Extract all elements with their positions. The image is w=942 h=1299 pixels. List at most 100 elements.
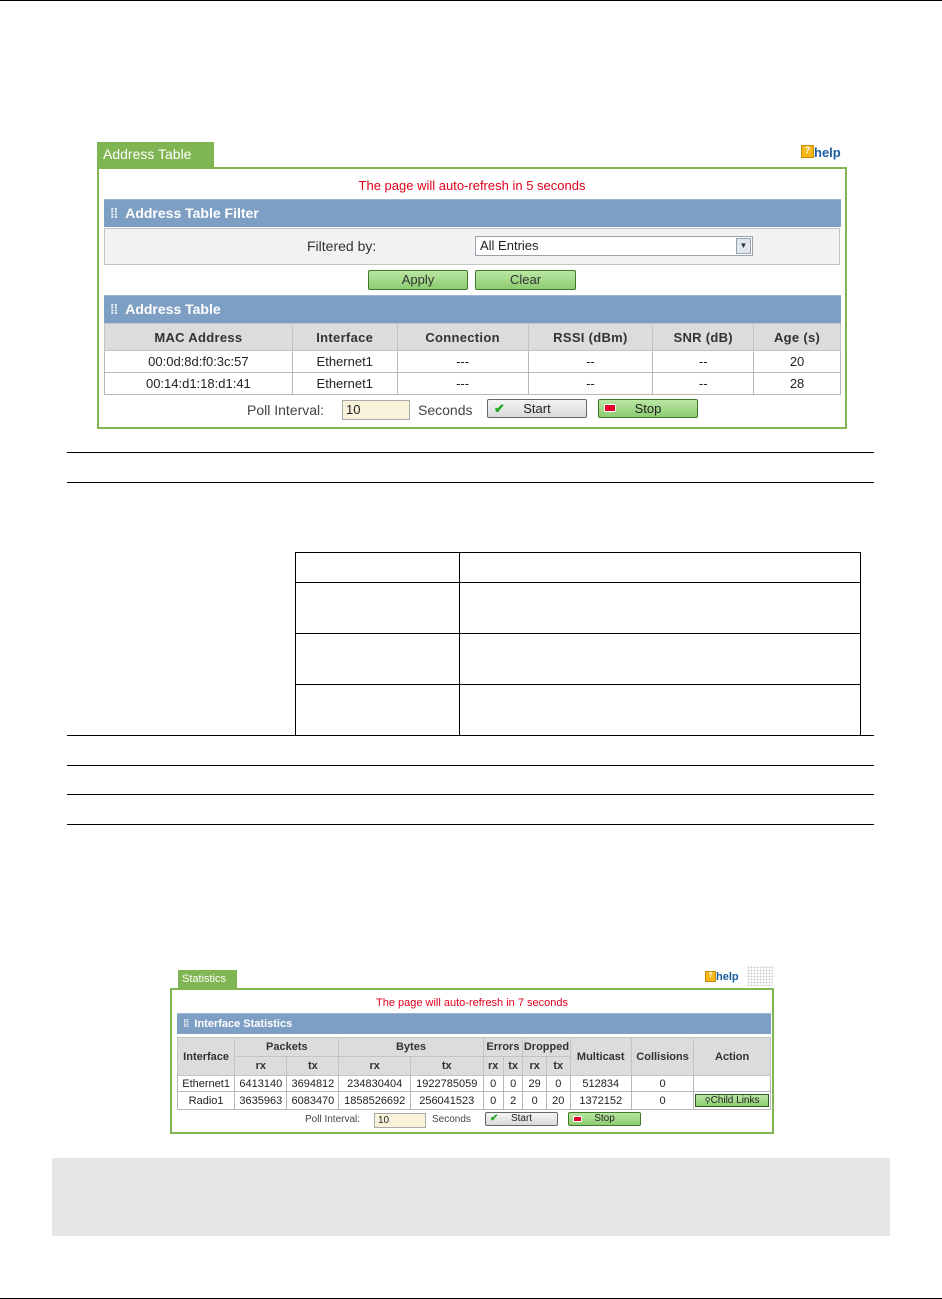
column-header: Multicast xyxy=(569,1037,632,1076)
packets-rx-cell: 6413140 xyxy=(234,1075,288,1092)
stop-button[interactable]: Stop xyxy=(568,1112,641,1126)
rssi-cell: -- xyxy=(527,350,654,373)
collisions-cell: 0 xyxy=(630,1091,695,1110)
bytes-tx-cell: 1922785059 xyxy=(409,1075,484,1092)
divider xyxy=(67,765,874,766)
start-label: Start xyxy=(510,1113,533,1124)
corner-dots-decoration xyxy=(747,966,773,986)
column-subheader: rx xyxy=(234,1056,288,1076)
tab-address-table[interactable]: Address Table xyxy=(97,142,214,167)
statistics-panel: The page will auto-refresh in 7 seconds … xyxy=(170,988,774,1134)
table-row xyxy=(295,633,862,685)
column-header: Dropped xyxy=(522,1037,571,1057)
bytes-rx-cell: 1858526692 xyxy=(338,1091,411,1110)
filter-section-header: ⁞⁞ Address Table Filter xyxy=(104,199,841,227)
multicast-cell: 1372152 xyxy=(569,1091,632,1110)
column-header: Interface xyxy=(291,323,398,351)
column-subheader: rx xyxy=(338,1056,411,1076)
grip-icon: ⁞⁞ xyxy=(183,1018,189,1030)
start-label: Start xyxy=(523,401,551,416)
stats-header-row: Interface Packets Bytes Errors Dropped M… xyxy=(176,1037,771,1076)
action-cell xyxy=(693,1075,771,1092)
description-table xyxy=(295,552,862,736)
start-button[interactable]: ✔ Start xyxy=(487,399,587,418)
poll-interval-input[interactable]: 10 xyxy=(342,400,410,420)
stop-button[interactable]: Stop xyxy=(598,399,698,418)
packets-tx-cell: 3694812 xyxy=(286,1075,340,1092)
auto-refresh-notice: The page will auto-refresh in 5 seconds xyxy=(358,178,586,193)
help-label: help xyxy=(716,971,739,983)
table-row xyxy=(295,582,862,634)
help-question-icon: ? xyxy=(705,971,716,982)
poll-interval-label: Poll Interval: xyxy=(247,402,325,418)
divider xyxy=(67,482,874,483)
help-link[interactable]: ? help xyxy=(801,145,841,160)
collisions-cell: 0 xyxy=(630,1075,695,1092)
column-header: Errors xyxy=(482,1037,524,1057)
table-cell xyxy=(458,582,862,634)
packets-rx-cell: 3635963 xyxy=(234,1091,288,1110)
help-label: help xyxy=(814,145,841,160)
note-box xyxy=(52,1158,890,1236)
interface-cell: Ethernet1 xyxy=(176,1075,236,1092)
table-row: Radio1 3635963 6083470 1858526692 256041… xyxy=(176,1091,771,1110)
table-row: 00:14:d1:18:d1:41 Ethernet1 --- -- -- 28 xyxy=(104,372,841,395)
filter-select-value: All Entries xyxy=(480,238,539,253)
table-cell xyxy=(295,633,460,685)
child-links-button[interactable]: ⚲Child Links xyxy=(695,1094,769,1107)
column-subheader: rx xyxy=(522,1056,547,1076)
top-rule xyxy=(0,0,942,1)
dropped-rx-cell: 0 xyxy=(522,1091,547,1110)
table-row: 00:0d:8d:f0:3c:57 Ethernet1 --- -- -- 20 xyxy=(104,350,841,373)
multicast-cell: 512834 xyxy=(569,1075,632,1092)
poll-interval-label: Poll Interval: xyxy=(305,1114,361,1125)
grip-icon: ⁞⁞ xyxy=(110,205,118,221)
table-cell xyxy=(295,582,460,634)
poll-interval-input[interactable]: 10 xyxy=(374,1113,426,1128)
chevron-down-icon[interactable]: ▼ xyxy=(736,238,751,254)
help-link[interactable]: ? help xyxy=(705,971,739,983)
clear-button[interactable]: Clear xyxy=(475,270,576,290)
packets-tx-cell: 6083470 xyxy=(286,1091,340,1110)
table-cell xyxy=(458,552,862,583)
table-row xyxy=(295,684,862,736)
address-table-panel: The page will auto-refresh in 5 seconds … xyxy=(97,167,847,429)
column-header: MAC Address xyxy=(104,323,293,351)
filter-select[interactable]: All Entries ▼ xyxy=(475,236,753,256)
interface-cell: Ethernet1 xyxy=(291,372,398,395)
bytes-rx-cell: 234830404 xyxy=(338,1075,411,1092)
child-links-label: Child Links xyxy=(710,1095,760,1106)
interface-statistics-section-header: ⁞⁞ Interface Statistics xyxy=(177,1013,771,1034)
filter-label: Filtered by: xyxy=(307,238,377,254)
filter-section-title: Address Table Filter xyxy=(125,205,259,221)
divider xyxy=(67,824,874,825)
address-table-header-row: MAC Address Interface Connection RSSI (d… xyxy=(104,323,841,351)
address-table: MAC Address Interface Connection RSSI (d… xyxy=(104,323,841,395)
column-subheader: tx xyxy=(502,1056,524,1076)
divider xyxy=(67,452,874,453)
mac-cell: 00:14:d1:18:d1:41 xyxy=(104,372,293,395)
column-header: RSSI (dBm) xyxy=(527,323,654,351)
dropped-tx-cell: 0 xyxy=(545,1075,571,1092)
column-subheader: rx xyxy=(482,1056,504,1076)
mac-cell: 00:0d:8d:f0:3c:57 xyxy=(104,350,293,373)
column-subheader: tx xyxy=(409,1056,484,1076)
filter-row: Filtered by: All Entries ▼ xyxy=(104,228,840,265)
help-question-icon: ? xyxy=(801,145,814,158)
start-button[interactable]: ✔ Start xyxy=(485,1112,558,1126)
column-subheader: tx xyxy=(545,1056,571,1076)
column-header: Action xyxy=(693,1037,771,1076)
column-header: Connection xyxy=(396,323,529,351)
interface-cell: Ethernet1 xyxy=(291,350,398,373)
tab-statistics[interactable]: Statistics xyxy=(178,970,237,988)
column-header: Collisions xyxy=(630,1037,695,1076)
dropped-tx-cell: 20 xyxy=(545,1091,571,1110)
seconds-label: Seconds xyxy=(432,1114,471,1125)
stop-minus-icon xyxy=(573,1116,582,1122)
apply-button[interactable]: Apply xyxy=(368,270,468,290)
table-cell xyxy=(458,633,862,685)
interface-statistics-table: Interface Packets Bytes Errors Dropped M… xyxy=(176,1037,771,1110)
stop-minus-icon xyxy=(604,404,616,412)
table-row xyxy=(295,552,862,583)
auto-refresh-notice: The page will auto-refresh in 7 seconds xyxy=(376,997,568,1009)
